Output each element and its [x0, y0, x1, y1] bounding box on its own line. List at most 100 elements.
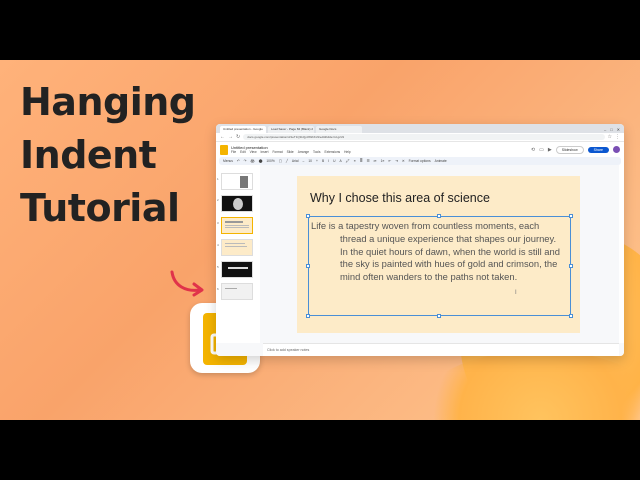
toolbar-item[interactable]: ⇤ [388, 159, 391, 163]
address-bar: ← → ↻ docs.google.com/presentation/d/1eT… [216, 133, 624, 142]
star-icon[interactable]: ☆ [608, 134, 612, 140]
toolbar-item[interactable]: Arial [292, 159, 299, 163]
menu-dots-icon[interactable]: ⋮ [615, 134, 620, 140]
menu-item-arrange[interactable]: Arrange [298, 150, 309, 154]
window-controls: – □ ✕ [604, 126, 624, 133]
maximize-icon[interactable]: □ [610, 126, 612, 133]
letterbox-bottom [0, 420, 640, 480]
toolbar-item[interactable]: ↶ [237, 159, 240, 163]
slide-thumbnail-4[interactable] [221, 239, 253, 256]
toolbar-item[interactable]: ⇥ [395, 159, 398, 163]
slide-title[interactable]: Why I chose this area of science [310, 191, 490, 205]
toolbar-item[interactable]: ☰ [367, 159, 370, 163]
resize-handle[interactable] [569, 314, 573, 318]
toolbar-item[interactable]: ▢ [279, 159, 282, 163]
body-text-box[interactable]: Life is a tapestry woven from countless … [306, 214, 573, 318]
text-cursor-icon: I [515, 290, 517, 296]
headline-line-2: Indent [20, 133, 157, 177]
resize-handle[interactable] [306, 314, 310, 318]
slide-number: 6 [217, 287, 219, 291]
browser-tab-2[interactable]: Load Saver - Page 84 (Blank) 2 [268, 126, 314, 133]
history-icon[interactable]: ⟲ [531, 147, 535, 153]
letterbox-top [0, 0, 640, 60]
toolbar-item[interactable]: ≡ [354, 159, 356, 163]
headline-line-1: Hanging [20, 80, 196, 124]
toolbar-item[interactable]: 1≡ [381, 159, 385, 163]
slide-thumbnail-6[interactable] [221, 283, 253, 300]
browser-tab-slides[interactable]: Untitled presentation - Google [220, 126, 266, 133]
toolbar-item[interactable]: •≡ [374, 159, 377, 163]
slide-number: 3 [217, 221, 219, 225]
menu-item-file[interactable]: File [231, 150, 236, 154]
menu-item-edit[interactable]: Edit [240, 150, 246, 154]
toolbar-item[interactable]: 🖍 [346, 159, 350, 163]
menu-bar: File Edit View Insert Format Slide Arrange Tool… [231, 150, 351, 154]
curved-arrow-icon [170, 270, 204, 297]
share-button[interactable]: Share [587, 146, 609, 153]
menu-item-extensions[interactable]: Extensions [324, 150, 340, 154]
toolbar-item[interactable]: 10 [308, 159, 312, 163]
slide-number: 4 [217, 243, 219, 247]
toolbar-item[interactable]: I [328, 159, 329, 163]
back-icon[interactable]: ← [220, 134, 225, 140]
avatar[interactable] [613, 146, 620, 153]
comment-icon[interactable]: ▭ [539, 147, 544, 153]
toolbar-item[interactable]: 🖨 [250, 159, 254, 163]
resize-handle[interactable] [437, 314, 441, 318]
doc-header: Untitled presentation File Edit View Insert… [216, 142, 624, 157]
editor-body: 1 2 3 4 5 6 Why I chose this area of sci… [216, 165, 624, 356]
current-slide: Why I chose this area of science Life is… [297, 176, 580, 333]
url-field[interactable]: docs.google.com/presentation/d/1eT1Q9xQp… [243, 134, 605, 140]
toolbar-item[interactable]: A [339, 159, 341, 163]
toolbar-item[interactable]: B [322, 159, 324, 163]
menu-item-slide[interactable]: Slide [287, 150, 294, 154]
forward-icon[interactable]: → [228, 134, 233, 140]
slide-number: 1 [217, 177, 219, 181]
menu-item-view[interactable]: View [250, 150, 257, 154]
toolbar-item[interactable]: Menus [223, 159, 233, 163]
toolbar-item[interactable]: ≣ [360, 159, 363, 163]
toolbar: Menus ↶ ↷ 🖨 ⬤ 100% ▢ ╱ Arial –10 + B I U A 🖍 ≡ ≣ ☰ •≡ 1≡ ⇤ ⇥ ✕ F… [219, 157, 621, 165]
slides-home-icon[interactable] [220, 144, 228, 155]
menu-item-insert[interactable]: Insert [261, 150, 269, 154]
slide-thumbnail-2[interactable] [221, 195, 253, 212]
toolbar-item[interactable]: – [303, 159, 305, 163]
slide-thumbnail-1[interactable] [221, 173, 253, 190]
minimize-icon[interactable]: – [604, 126, 606, 133]
toolbar-item[interactable]: ✕ [402, 159, 405, 163]
slide-number: 2 [217, 198, 219, 202]
menu-item-format[interactable]: Format [272, 150, 282, 154]
close-icon[interactable]: ✕ [617, 126, 620, 133]
browser-window: Untitled presentation - Google Load Save… [216, 124, 624, 356]
side-panel-rail [619, 165, 624, 343]
toolbar-item[interactable]: U [333, 159, 335, 163]
resize-handle[interactable] [306, 214, 310, 218]
slide-thumbnail-5[interactable] [221, 261, 253, 278]
hanging-indent-paragraph[interactable]: Life is a tapestry woven from countless … [311, 220, 565, 284]
menu-item-help[interactable]: Help [344, 150, 351, 154]
decor-blob [410, 350, 640, 420]
resize-handle[interactable] [306, 264, 310, 268]
reload-icon[interactable]: ↻ [236, 134, 240, 140]
slide-thumbnail-3[interactable] [221, 217, 253, 234]
resize-handle[interactable] [569, 264, 573, 268]
slide-filmstrip: 1 2 3 4 5 6 [216, 165, 260, 343]
toolbar-item[interactable]: ⬤ [259, 159, 263, 163]
speaker-notes[interactable]: Click to add speaker notes [263, 343, 619, 356]
menu-item-tools[interactable]: Tools [313, 150, 320, 154]
resize-handle[interactable] [437, 214, 441, 218]
toolbar-item[interactable]: 100% [266, 159, 274, 163]
toolbar-item[interactable]: Format options [409, 159, 431, 163]
toolbar-item[interactable]: Animate [435, 159, 447, 163]
slideshow-button[interactable]: Slideshow [555, 145, 584, 154]
toolbar-item[interactable]: ╱ [286, 159, 288, 163]
resize-handle[interactable] [569, 214, 573, 218]
toolbar-item[interactable]: + [316, 159, 318, 163]
thumbnail-banner: Hanging Indent Tutorial Untitled present… [0, 60, 640, 420]
slide-canvas: Why I chose this area of science Life is… [263, 165, 619, 343]
video-call-icon[interactable]: ▶ [548, 147, 552, 153]
toolbar-item[interactable]: ↷ [244, 159, 247, 163]
slide-number: 5 [217, 265, 219, 269]
browser-tab-3[interactable]: Google Docs [316, 126, 362, 133]
headline-line-3: Tutorial [20, 186, 180, 230]
